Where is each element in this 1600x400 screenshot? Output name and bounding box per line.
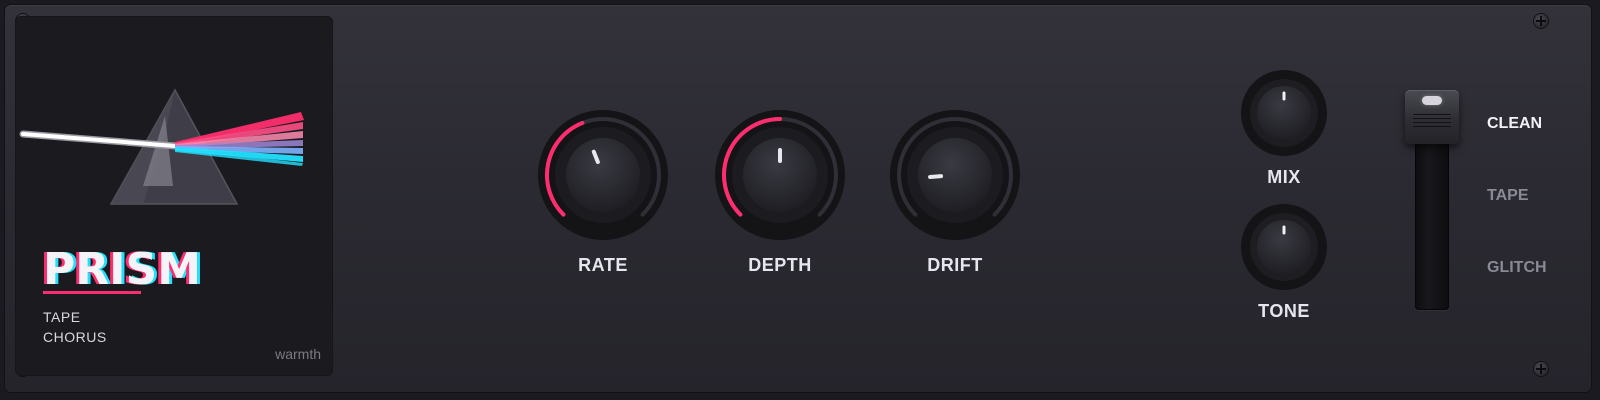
screw-icon	[1534, 362, 1548, 376]
drift-knob[interactable]	[888, 108, 1022, 246]
depth-knob[interactable]	[713, 108, 847, 246]
grip-line	[1413, 122, 1451, 123]
mode-slider-track[interactable]	[1415, 120, 1449, 310]
thumb-led-icon	[1422, 96, 1442, 105]
grip-line	[1413, 118, 1451, 119]
mode-option-glitch[interactable]: GLITCH	[1487, 259, 1547, 277]
mode-slider-thumb[interactable]	[1405, 90, 1459, 144]
mix-knob[interactable]	[1240, 69, 1328, 161]
screw-icon	[1534, 14, 1548, 28]
subtitle-line-2: CHORUS	[43, 329, 107, 345]
tone-label: TONE	[1258, 301, 1310, 321]
mix-label: MIX	[1267, 167, 1301, 187]
depth-label: DEPTH	[748, 255, 812, 275]
plugin-name: PRISM	[43, 244, 201, 295]
mode-option-clean[interactable]: CLEAN	[1487, 115, 1542, 133]
grip-line	[1413, 126, 1451, 127]
artwork-card: PRISM TAPE CHORUS warmth	[15, 16, 333, 376]
rate-knob[interactable]	[536, 108, 670, 246]
grip-line	[1413, 114, 1451, 115]
preset-tag: warmth	[275, 346, 321, 362]
mode-option-tape[interactable]: TAPE	[1487, 187, 1528, 205]
subtitle-line-1: TAPE	[43, 309, 81, 325]
drift-label: DRIFT	[927, 255, 983, 275]
tone-knob[interactable]	[1240, 203, 1328, 295]
brand-underline	[43, 291, 141, 294]
rate-label: RATE	[578, 255, 628, 275]
